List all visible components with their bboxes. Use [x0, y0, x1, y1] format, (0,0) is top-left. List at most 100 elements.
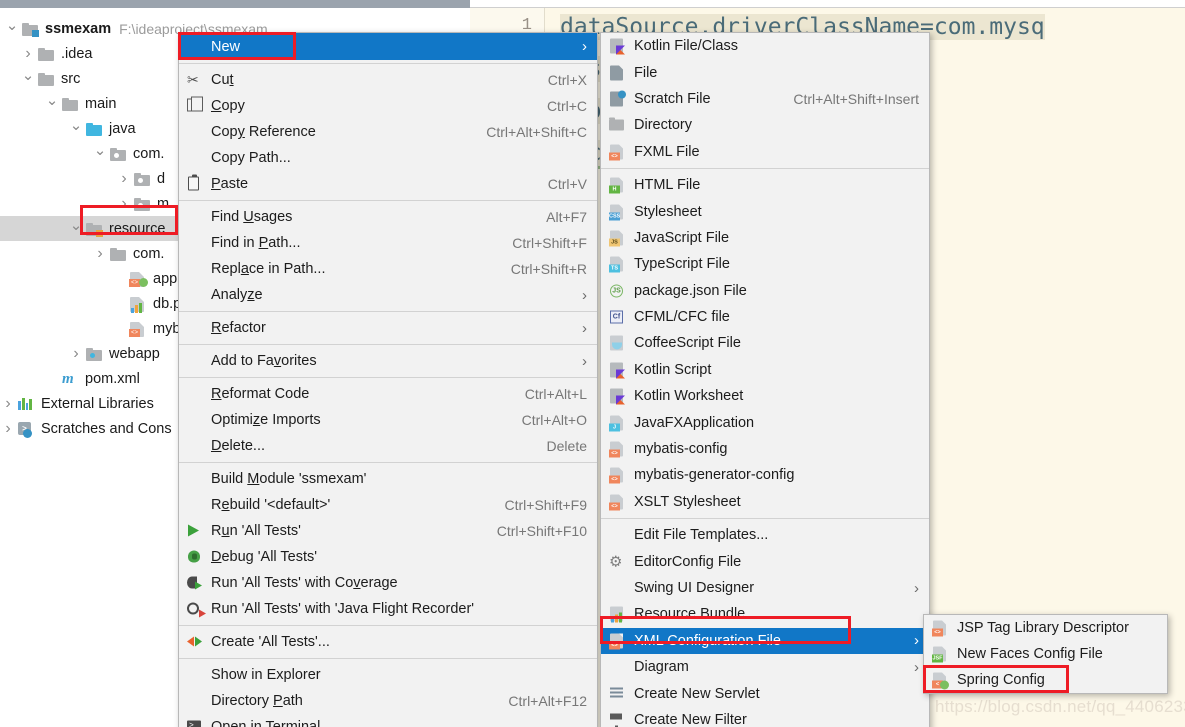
packagejson-file-icon: JS	[608, 282, 625, 299]
submenu-item-html-file[interactable]: H HTML File	[601, 172, 929, 198]
web-folder-icon	[84, 346, 104, 362]
menu-item-label: Stylesheet	[634, 203, 702, 220]
menu-item-refactor[interactable]: Refactor ›	[179, 315, 597, 341]
javafx-file-icon: J	[608, 414, 625, 432]
chevron-down-icon[interactable]	[68, 220, 84, 238]
chevron-down-icon[interactable]	[4, 20, 20, 38]
menu-separator	[179, 462, 597, 463]
menu-item-shortcut: Ctrl+Alt+Shift+Insert	[793, 90, 919, 107]
chevron-right-icon[interactable]	[116, 195, 132, 213]
menu-separator	[179, 63, 597, 64]
chevron-down-icon[interactable]	[68, 120, 84, 138]
menu-item-find-in-path[interactable]: Find in Path... Ctrl+Shift+F	[179, 230, 597, 256]
menu-item-paste[interactable]: Paste Ctrl+V	[179, 171, 597, 197]
chevron-down-icon[interactable]	[20, 70, 36, 88]
submenu-item-new-faces-config-file[interactable]: JSF New Faces Config File	[924, 641, 1167, 667]
menu-item-find-usages[interactable]: Find Usages Alt+F7	[179, 204, 597, 230]
chevron-right-icon[interactable]	[116, 170, 132, 188]
menu-item-build-module[interactable]: Build Module 'ssmexam'	[179, 466, 597, 492]
menu-item-delete[interactable]: Delete... Delete	[179, 433, 597, 459]
submenu-item-mybatis-generator-config[interactable]: <> mybatis-generator-config	[601, 462, 929, 488]
watermark-text: https://blog.csdn.net/qq_44062334	[935, 697, 1185, 716]
submenu-item-jsp-tag-library-descriptor[interactable]: <> JSP Tag Library Descriptor	[924, 615, 1167, 641]
fxml-file-icon: <>	[608, 143, 625, 161]
chevron-right-icon[interactable]	[68, 345, 84, 363]
submenu-item-diagram[interactable]: Diagram ›	[601, 654, 929, 680]
submenu-item-create-new-filter[interactable]: Create New Filter	[601, 707, 929, 727]
menu-item-label: CFML/CFC file	[634, 309, 730, 326]
scratches-icon: >	[16, 421, 36, 438]
scissors-icon: ✂	[187, 71, 199, 88]
menu-item-reformat-code[interactable]: Reformat Code Ctrl+Alt+L	[179, 381, 597, 407]
menu-item-label: XSLT Stylesheet	[634, 493, 741, 510]
menu-item-rebuild[interactable]: Rebuild '<default>' Ctrl+Shift+F9	[179, 492, 597, 518]
chevron-right-icon[interactable]	[20, 45, 36, 63]
menu-item-label: Optimize Imports	[211, 412, 321, 428]
xml-configuration-submenu[interactable]: <> JSP Tag Library Descriptor JSF New Fa…	[923, 614, 1168, 694]
chevron-right-icon[interactable]	[92, 245, 108, 263]
menu-item-label: Run 'All Tests' with Coverage	[211, 575, 398, 591]
submenu-item-editorconfig-file[interactable]: ⚙ EditorConfig File	[601, 548, 929, 574]
submenu-item-fxml-file[interactable]: <> FXML File	[601, 139, 929, 165]
submenu-item-typescript-file[interactable]: TS TypeScript File	[601, 251, 929, 277]
menu-item-directory-path[interactable]: Directory Path Ctrl+Alt+F12	[179, 688, 597, 714]
chevron-down-icon[interactable]	[44, 95, 60, 113]
submenu-item-spring-config[interactable]: < Spring Config	[924, 667, 1167, 693]
scratch-file-icon	[608, 90, 626, 107]
submenu-item-kotlin-file-class[interactable]: Kotlin File/Class	[601, 33, 929, 59]
chevron-right-icon[interactable]	[0, 420, 16, 438]
menu-item-new[interactable]: New ›	[179, 33, 597, 60]
submenu-item-kotlin-worksheet[interactable]: Kotlin Worksheet	[601, 383, 929, 409]
submenu-item-directory[interactable]: Directory	[601, 112, 929, 138]
menu-item-add-to-favorites[interactable]: Add to Favorites ›	[179, 348, 597, 374]
menu-item-open-in-terminal[interactable]: >_ Open in Terminal	[179, 714, 597, 727]
submenu-item-javafx-application[interactable]: J JavaFXApplication	[601, 409, 929, 435]
submenu-item-coffeescript-file[interactable]: CoffeeScript File	[601, 330, 929, 356]
submenu-item-kotlin-script[interactable]: Kotlin Script	[601, 357, 929, 383]
menu-item-label: JavaFXApplication	[634, 414, 755, 431]
submenu-item-xslt-stylesheet[interactable]: <> XSLT Stylesheet	[601, 489, 929, 515]
menu-item-run-with-jfr[interactable]: Run 'All Tests' with 'Java Flight Record…	[179, 596, 597, 622]
chevron-right-icon[interactable]	[0, 395, 16, 413]
submenu-item-xml-configuration-file[interactable]: <> XML Configuration File ›	[601, 627, 929, 654]
source-folder-icon	[84, 121, 104, 137]
tree-label: java	[109, 120, 136, 137]
submenu-item-resource-bundle[interactable]: Resource Bundle	[601, 601, 929, 627]
menu-separator	[179, 377, 597, 378]
submenu-item-file[interactable]: File	[601, 59, 929, 85]
submenu-item-cfml-file[interactable]: Cf CFML/CFC file	[601, 304, 929, 330]
menu-item-show-in-explorer[interactable]: Show in Explorer	[179, 662, 597, 688]
menu-item-label: Replace in Path...	[211, 261, 326, 277]
menu-item-copy-path[interactable]: Copy Path...	[179, 145, 597, 171]
menu-item-label: Swing UI Designer	[634, 580, 755, 596]
menu-item-run-with-coverage[interactable]: Run 'All Tests' with Coverage	[179, 570, 597, 596]
menu-item-run-all-tests[interactable]: Run 'All Tests' Ctrl+Shift+F10	[179, 518, 597, 544]
submenu-item-edit-file-templates[interactable]: Edit File Templates...	[601, 522, 929, 548]
menu-item-replace-in-path[interactable]: Replace in Path... Ctrl+Shift+R	[179, 256, 597, 282]
submenu-item-mybatis-config[interactable]: <> mybatis-config	[601, 436, 929, 462]
submenu-item-packagejson-file[interactable]: JS package.json File	[601, 278, 929, 304]
chevron-down-icon[interactable]	[92, 145, 108, 163]
submenu-item-javascript-file[interactable]: JS JavaScript File	[601, 225, 929, 251]
menu-item-create-all-tests[interactable]: Create 'All Tests'...	[179, 629, 597, 655]
menu-item-cut[interactable]: ✂ Cut Ctrl+X	[179, 67, 597, 93]
menu-item-debug-all-tests[interactable]: Debug 'All Tests'	[179, 544, 597, 570]
submenu-item-stylesheet[interactable]: CSS Stylesheet	[601, 198, 929, 224]
submenu-item-create-new-servlet[interactable]: Create New Servlet	[601, 680, 929, 706]
menu-item-copy[interactable]: Copy Ctrl+C	[179, 93, 597, 119]
submenu-item-swing-ui-designer[interactable]: Swing UI Designer ›	[601, 575, 929, 601]
menu-item-optimize-imports[interactable]: Optimize Imports Ctrl+Alt+O	[179, 407, 597, 433]
menu-item-shortcut: Alt+F7	[546, 209, 587, 225]
menu-separator	[179, 658, 597, 659]
menu-item-shortcut: Ctrl+Alt+O	[521, 412, 587, 428]
new-submenu[interactable]: Kotlin File/Class File Scratch File Ctrl…	[600, 32, 930, 727]
tree-label: com.	[133, 145, 165, 162]
submenu-item-scratch-file[interactable]: Scratch File Ctrl+Alt+Shift+Insert	[601, 86, 929, 112]
menu-item-label: Resource Bundle	[634, 606, 746, 623]
jfr-icon	[186, 601, 206, 618]
context-menu[interactable]: New › ✂ Cut Ctrl+X Copy Ctrl+C Copy Refe…	[178, 32, 598, 727]
menu-item-analyze[interactable]: Analyze ›	[179, 282, 597, 308]
cfml-file-icon: Cf	[608, 309, 625, 326]
menu-item-copy-reference[interactable]: Copy Reference Ctrl+Alt+Shift+C	[179, 119, 597, 145]
tree-label: d	[157, 170, 166, 187]
